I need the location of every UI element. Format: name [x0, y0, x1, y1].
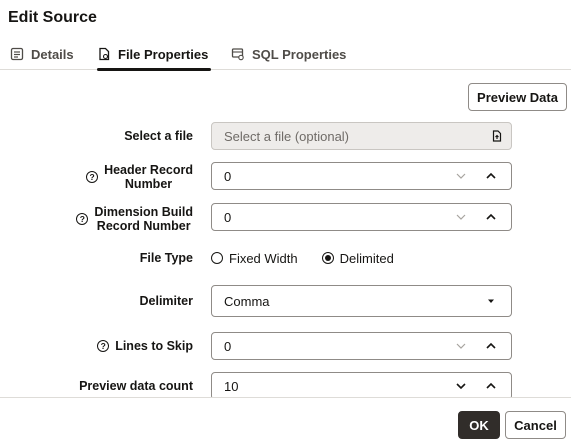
file-type-label: File Type — [139, 251, 193, 265]
tab-details[interactable]: Details — [10, 38, 74, 70]
preview-count-label: Preview data count — [79, 379, 193, 393]
chevron-down-icon[interactable] — [449, 204, 473, 230]
preview-data-button[interactable]: Preview Data — [468, 83, 567, 111]
radio-checked-icon[interactable] — [321, 252, 334, 264]
select-file-label: Select a file — [124, 129, 193, 143]
tab-sql-properties[interactable]: SQL Properties — [231, 38, 346, 70]
help-icon[interactable]: ? — [76, 213, 89, 225]
file-type-radio-group: Fixed Width Delimited — [211, 250, 418, 266]
help-icon[interactable]: ? — [86, 171, 99, 183]
tab-sql-properties-label: SQL Properties — [252, 46, 347, 62]
dimension-build-label: ? Dimension Build Record Number — [40, 204, 193, 234]
chevron-down-icon[interactable] — [449, 333, 473, 359]
radio-unchecked-icon[interactable] — [211, 252, 223, 264]
chevron-up-icon[interactable] — [479, 163, 503, 189]
select-file-input[interactable]: Select a file (optional) — [211, 122, 512, 150]
radio-fixed-width[interactable]: Fixed Width — [211, 251, 298, 266]
lines-to-skip-stepper[interactable]: 0 — [211, 332, 512, 360]
tab-file-properties-label: File Properties — [118, 46, 209, 62]
preview-count-stepper[interactable]: 10 — [211, 372, 512, 400]
header-record-label: ? Header Record Number — [40, 162, 193, 192]
tab-details-label: Details — [31, 46, 74, 62]
cancel-button[interactable]: Cancel — [505, 411, 566, 439]
dialog-title: Edit Source — [8, 9, 97, 26]
lines-to-skip-label: ? Lines to Skip — [40, 338, 193, 354]
chevron-up-icon[interactable] — [479, 204, 503, 230]
header-record-stepper[interactable]: 0 — [211, 162, 512, 190]
ok-button[interactable]: OK — [458, 411, 500, 439]
dialog-footer: OK Cancel — [0, 397, 571, 444]
caret-down-icon[interactable] — [479, 286, 503, 316]
file-upload-icon[interactable] — [485, 123, 509, 149]
chevron-down-icon[interactable] — [449, 163, 473, 189]
delimiter-label: Delimiter — [139, 294, 194, 308]
delimiter-select[interactable]: Comma — [211, 285, 512, 317]
tab-bar: Details File Properties SQL Properties — [0, 38, 571, 71]
chevron-up-icon[interactable] — [479, 373, 503, 399]
radio-delimited[interactable]: Delimited — [321, 251, 394, 266]
details-icon — [10, 47, 24, 61]
sql-properties-icon — [231, 48, 244, 61]
dimension-build-stepper[interactable]: 0 — [211, 203, 512, 231]
file-properties-icon — [99, 47, 110, 61]
chevron-down-icon[interactable] — [449, 373, 473, 399]
help-icon[interactable]: ? — [97, 340, 110, 352]
chevron-up-icon[interactable] — [479, 333, 503, 359]
tab-file-properties[interactable]: File Properties — [97, 38, 212, 71]
